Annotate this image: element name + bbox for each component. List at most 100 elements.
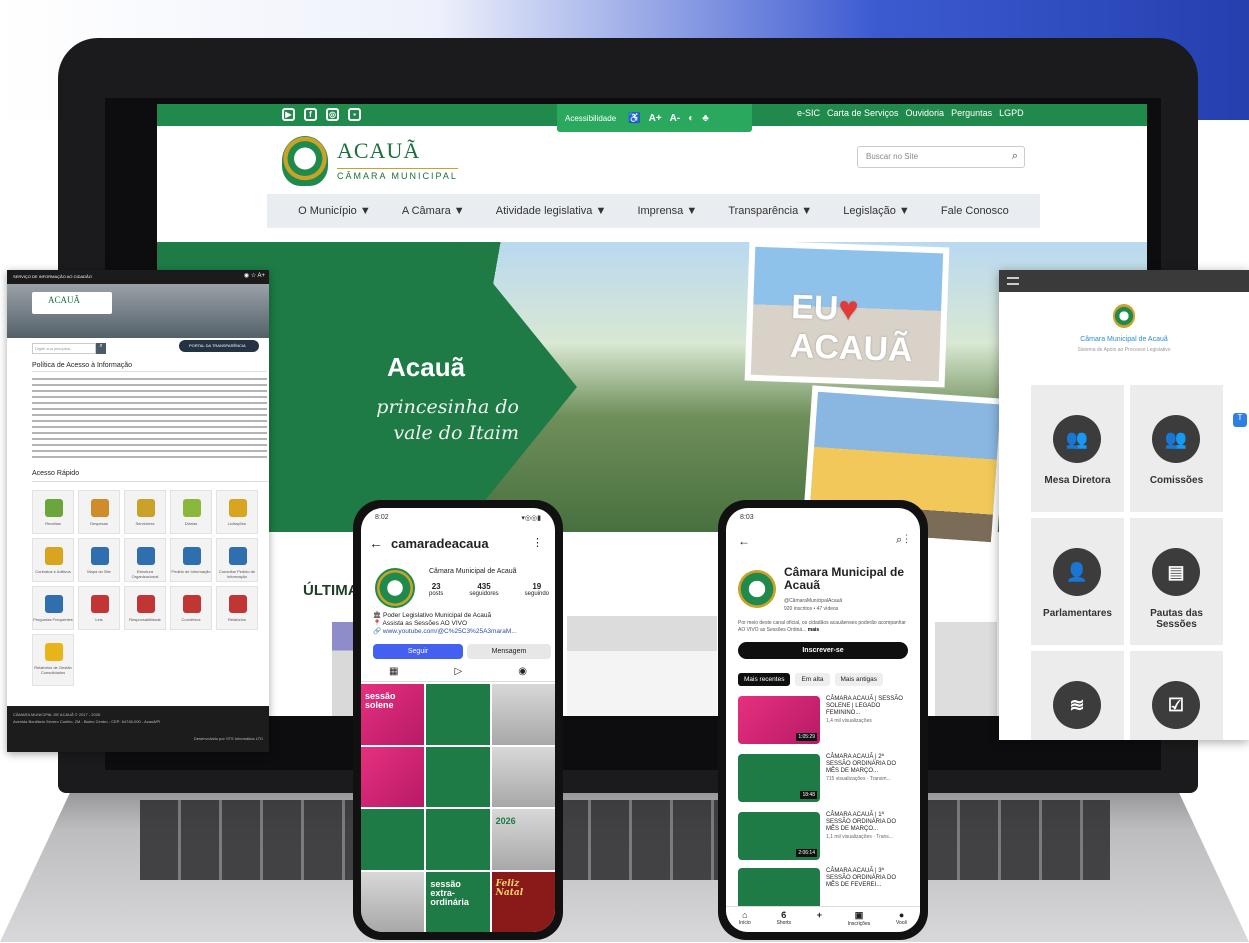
link-perguntas[interactable]: Perguntas	[951, 108, 992, 118]
tile-perguntas[interactable]: Perguntas Frequentes	[32, 586, 74, 630]
map-pin-icon	[183, 499, 201, 517]
card-parlamentares[interactable]: 👤 Parlamentares	[1031, 518, 1124, 645]
stat-following[interactable]: 19 seguindo	[525, 582, 549, 597]
youtube-icon[interactable]: ▶	[282, 108, 295, 121]
tile-relatorios-gestao[interactable]: Relatórios de Gestão Consolidados	[32, 634, 74, 686]
tile-convenios[interactable]: Convênios	[170, 586, 212, 630]
tile-receitas[interactable]: Receitas	[32, 490, 74, 534]
post-thumb[interactable]	[426, 809, 490, 870]
avatar[interactable]	[738, 570, 776, 608]
news-image[interactable]	[935, 622, 997, 716]
link-lgpd[interactable]: LGPD	[999, 108, 1024, 118]
tile-licitacoes[interactable]: Licitações	[216, 490, 258, 534]
portal-search-input[interactable]: Digite sua pesquisa...	[32, 343, 96, 354]
nav-legislacao[interactable]: Legislação ▼	[843, 205, 910, 217]
nav-subscriptions[interactable]: ▣ Inscrições	[848, 910, 871, 932]
bio-link[interactable]: 🔗 www.youtube.com/@C%25C3%25A3maraM...	[373, 628, 517, 635]
nav-transparencia[interactable]: Transparência ▼	[728, 205, 812, 217]
grid-icon[interactable]: ▦	[389, 666, 398, 681]
stat-posts[interactable]: 23 posts	[429, 582, 443, 597]
search-icon[interactable]: ⌕	[96, 343, 106, 354]
tagged-icon[interactable]: ◉	[518, 666, 527, 681]
instagram-icon[interactable]: ◎	[326, 108, 339, 121]
back-arrow-icon[interactable]: ←	[369, 535, 383, 551]
tile-consultar-pedido[interactable]: Consultar Pedido de Informação	[216, 538, 258, 582]
translate-icon[interactable]: T	[1233, 413, 1247, 427]
card-mesa-diretora[interactable]: 👥 Mesa Diretora	[1031, 385, 1124, 512]
portal-logo[interactable]: ACAUÃ	[32, 292, 112, 314]
search-placeholder: Buscar no Site	[866, 152, 919, 161]
link-carta-servicos[interactable]: Carta de Serviços	[827, 108, 899, 118]
follow-button[interactable]: Seguir	[373, 644, 463, 659]
subscribe-button[interactable]: Inscrever-se	[738, 642, 908, 659]
portal-badge[interactable]: PORTAL DA TRANSPARÊNCIA	[179, 340, 259, 352]
contrast-icon[interactable]: ◐	[688, 113, 694, 124]
sitemap-icon[interactable]: ♣	[702, 113, 709, 124]
message-button[interactable]: Mensagem	[467, 644, 551, 659]
post-thumb[interactable]: Feliz Natal	[491, 871, 555, 932]
nav-home[interactable]: ⌂ Início	[739, 910, 751, 932]
video-item[interactable]: 1:05:29 CÂMARA ACAUÃ | SESSÃO SOLENE | LE…	[738, 696, 916, 750]
post-thumb[interactable]: sessão extra-ordinária	[426, 871, 490, 932]
facebook-icon[interactable]: f	[304, 108, 317, 121]
nav-atividade[interactable]: Atividade legislativa ▼	[496, 205, 607, 217]
tile-mapa-site[interactable]: Mapa do Site	[78, 538, 120, 582]
search-icon[interactable]: ⌕	[1012, 150, 1018, 163]
card-votacoes[interactable]: ☑	[1130, 651, 1223, 740]
post-thumb[interactable]	[361, 746, 425, 807]
person-icon: 👤	[1053, 548, 1101, 596]
nav-you[interactable]: ● Você	[896, 910, 907, 932]
tile-pedido[interactable]: Pedido de Informação	[170, 538, 212, 582]
post-thumb[interactable]	[491, 746, 555, 807]
link-esic[interactable]: e-SIC	[797, 108, 820, 118]
font-decrease-button[interactable]: A-	[670, 113, 681, 124]
search-input[interactable]: Buscar no Site ⌕	[857, 146, 1025, 168]
video-item[interactable]: 18:48 CÂMARA ACAUÃ | 2ª SESSÃO ORDINÁRIA …	[738, 754, 916, 808]
video-item[interactable]: 2:06:14 CÂMARA ACAUÃ | 1ª SESSÃO ORDINÁRI…	[738, 812, 916, 866]
tile-diarias[interactable]: Diárias	[170, 490, 212, 534]
wheelchair-icon[interactable]: ♿	[628, 113, 640, 124]
search-icon[interactable]: ⌕ ⋮	[896, 534, 908, 547]
card-comissoes[interactable]: 👥 Comissões	[1130, 385, 1223, 512]
nav-fale-conosco[interactable]: Fale Conosco	[941, 205, 1009, 217]
stat-followers[interactable]: 435 seguidores	[469, 582, 498, 597]
site-logo[interactable]: ACAUÃ CÂMARA MUNICIPAL	[282, 134, 472, 189]
post-thumb[interactable]	[491, 684, 555, 745]
nav-create[interactable]: +	[817, 910, 822, 932]
nav-imprensa[interactable]: Imprensa ▼	[637, 205, 697, 217]
menu-icon[interactable]	[1007, 277, 1019, 285]
tile-servidores[interactable]: Servidores	[124, 490, 166, 534]
more-icon[interactable]: ⋮	[532, 536, 543, 549]
tile-despesas[interactable]: Despesas	[78, 490, 120, 534]
tile-relatorios[interactable]: Relatórios	[216, 586, 258, 630]
chip-oldest[interactable]: Mais antigas	[834, 673, 884, 686]
flickr-icon[interactable]: ▪	[348, 108, 361, 121]
post-thumb[interactable]: 2026	[491, 809, 555, 870]
nav-shorts[interactable]: ϐ Shorts	[777, 910, 791, 932]
portal-accessibility-icons[interactable]: ◉ ☆ A+	[244, 272, 265, 279]
link-ouvidoria[interactable]: Ouvidoria	[906, 108, 945, 118]
post-thumb[interactable]	[361, 809, 425, 870]
card-sessoes[interactable]: ≋	[1031, 651, 1124, 740]
avatar[interactable]	[375, 568, 415, 608]
tile-estrutura[interactable]: Estrutura Organizacional	[124, 538, 166, 582]
news-image[interactable]	[567, 616, 717, 716]
chip-popular[interactable]: Em alta	[795, 673, 830, 686]
card-pautas[interactable]: ▤ Pautas das Sessões	[1130, 518, 1223, 645]
reels-icon[interactable]: ▷	[455, 666, 463, 681]
accessibility-bar: Acessibilidade ♿ A+ A- ◐ ♣	[557, 104, 752, 132]
post-thumb[interactable]	[361, 871, 425, 932]
chip-recent[interactable]: Mais recentes	[738, 673, 791, 686]
post-thumb[interactable]	[426, 684, 490, 745]
nav-municipio[interactable]: O Município ▼	[298, 205, 371, 217]
more-link[interactable]: mais	[808, 627, 819, 633]
tile-leis[interactable]: Leis	[78, 586, 120, 630]
tile-label: Receitas	[45, 521, 61, 526]
tile-contratos[interactable]: Contratos e Aditivos	[32, 538, 74, 582]
back-arrow-icon[interactable]: ←	[738, 534, 750, 548]
post-thumb[interactable]: sessão solene	[361, 684, 425, 745]
font-increase-button[interactable]: A+	[649, 113, 662, 124]
post-thumb[interactable]	[426, 746, 490, 807]
nav-camara[interactable]: A Câmara ▼	[402, 205, 465, 217]
tile-responsabilidade[interactable]: Responsabilidade	[124, 586, 166, 630]
